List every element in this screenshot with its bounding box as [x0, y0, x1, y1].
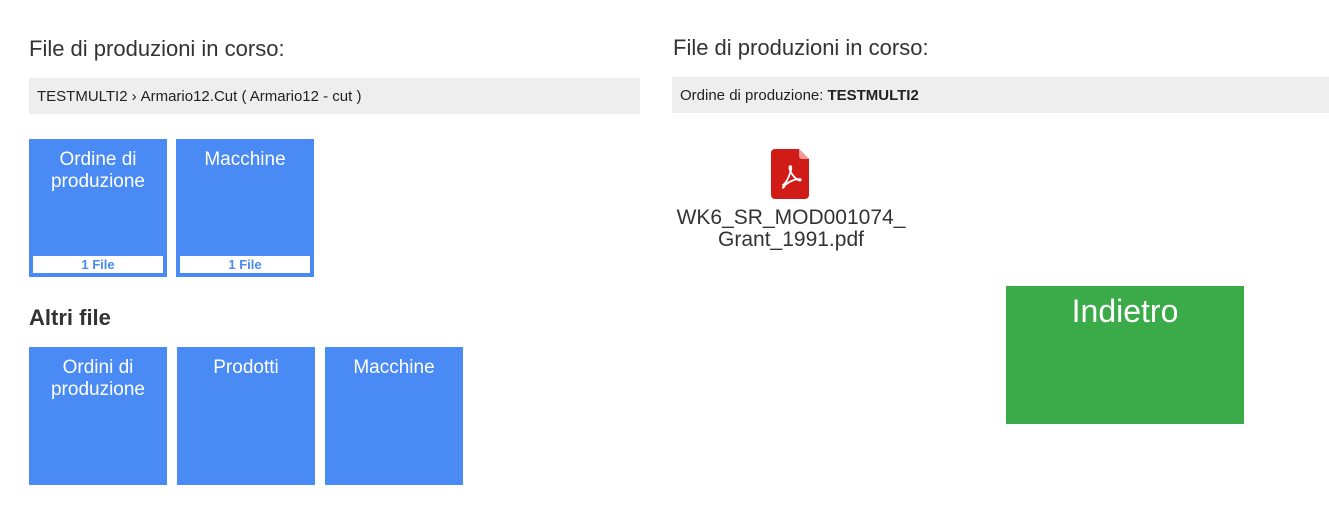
left-breadcrumb: TESTMULTI2 › Armario12.Cut ( Armario12 -… [29, 78, 640, 114]
back-button-label: Indietro [1071, 293, 1179, 329]
pdf-file-icon [771, 149, 811, 199]
right-panel-title: File di produzioni in corso: [673, 35, 929, 60]
tile-file-count: 1 File [33, 256, 163, 273]
tile-label: Ordine di produzione [50, 149, 146, 192]
breadcrumb-order[interactable]: TESTMULTI2 [37, 88, 128, 105]
tile-macchine-other[interactable]: Macchine [325, 347, 463, 485]
back-button[interactable]: Indietro [1006, 286, 1244, 424]
tile-ordine-di-produzione[interactable]: Ordine di produzione 1 File [29, 139, 167, 277]
other-files-heading: Altri file [29, 305, 111, 330]
tile-prodotti[interactable]: Prodotti [177, 347, 315, 485]
pdf-file-item[interactable]: WK6_SR_MOD001074_Grant_1991.pdf [671, 149, 911, 251]
breadcrumb-prefix: Ordine di produzione: [680, 86, 824, 104]
breadcrumb-separator: › [131, 87, 137, 105]
breadcrumb-item: Armario12.Cut ( Armario12 - cut ) [140, 87, 362, 105]
file-name: WK6_SR_MOD001074_Grant_1991.pdf [676, 206, 906, 251]
tile-ordini-di-produzione[interactable]: Ordini di produzione [29, 347, 167, 485]
tile-label: Prodotti [213, 357, 279, 378]
breadcrumb-order: TESTMULTI2 [827, 86, 919, 104]
left-panel-title: File di produzioni in corso: [29, 36, 285, 61]
tile-macchine[interactable]: Macchine 1 File [176, 139, 314, 277]
tile-label: Macchine [204, 149, 286, 170]
tile-file-count: 1 File [180, 256, 310, 273]
tile-label: Macchine [353, 357, 435, 378]
tile-label: Ordini di produzione [50, 357, 146, 400]
right-breadcrumb: Ordine di produzione: TESTMULTI2 [672, 77, 1329, 113]
